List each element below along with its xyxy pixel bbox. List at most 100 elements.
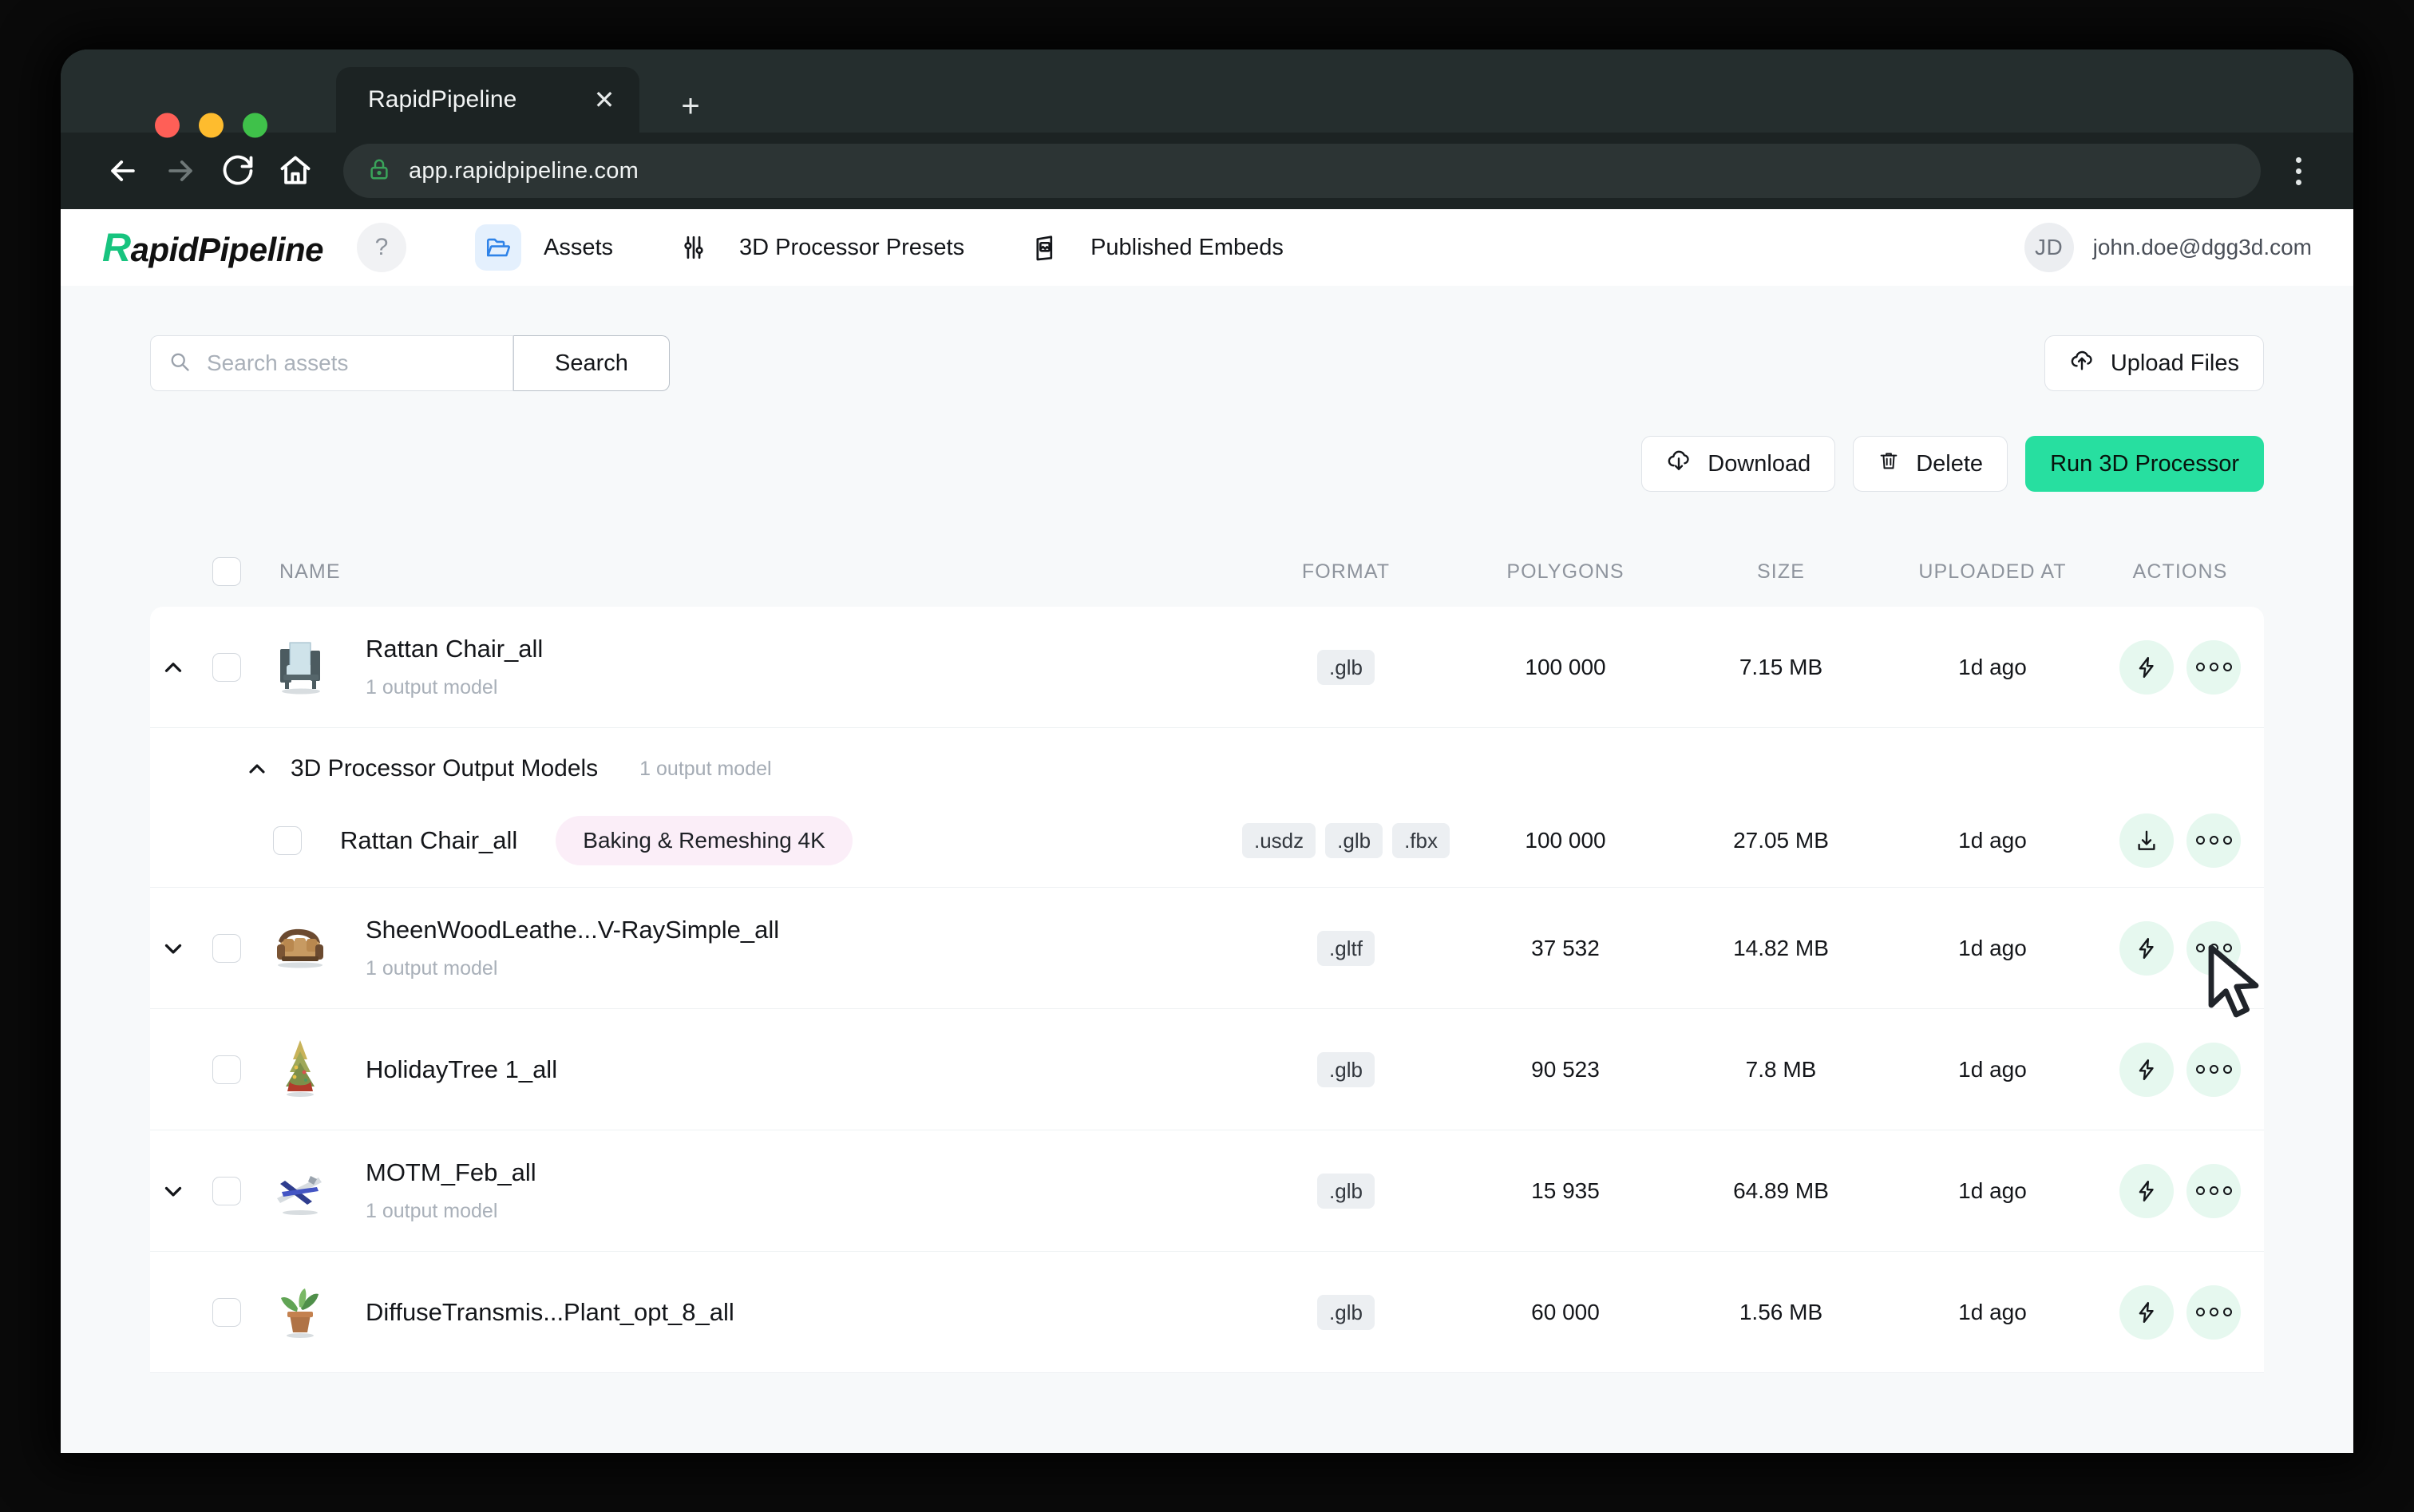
uploaded-at-value: 1d ago (1958, 1056, 2027, 1082)
delete-button[interactable]: Delete (1853, 436, 2008, 492)
asset-name: HolidayTree 1_all (366, 1055, 558, 1083)
row-checkbox-cell (196, 1055, 257, 1084)
back-icon[interactable] (94, 142, 152, 200)
table-row[interactable]: HolidayTree 1_all .glb 90 523 7.8 MB 1d … (150, 1009, 2264, 1130)
run-processor-icon[interactable] (2119, 639, 2174, 695)
browser-window: RapidPipeline ✕ + app.rapidpipeline.com (61, 49, 2353, 1453)
more-options-icon[interactable] (2186, 1042, 2241, 1097)
table-row[interactable]: Rattan Chair_all 1 output model .glb 100… (150, 607, 2264, 728)
toolbar-row: Search assets Search Upload Files (150, 286, 2264, 391)
asset-name: SheenWoodLeathe...V-RaySimple_all (366, 916, 780, 944)
search-button[interactable]: Search (513, 335, 670, 391)
row-checkbox[interactable] (212, 933, 241, 963)
address-bar[interactable]: app.rapidpipeline.com (343, 144, 2261, 198)
expand-caret-cell (150, 654, 196, 681)
uploaded-at-value: 1d ago (1958, 1299, 2027, 1324)
row-checkbox-cell (196, 1297, 257, 1327)
address-bar-url: app.rapidpipeline.com (409, 157, 639, 184)
row-checkbox[interactable] (273, 825, 302, 855)
home-icon[interactable] (267, 142, 324, 200)
chevron-down-icon[interactable] (160, 1178, 187, 1205)
row-actions (2096, 639, 2264, 695)
more-options-icon[interactable] (2186, 813, 2241, 868)
asset-name: Rattan Chair_all (366, 635, 544, 663)
close-window-button[interactable] (155, 113, 180, 138)
minimize-window-button[interactable] (199, 113, 224, 138)
close-icon[interactable]: ✕ (590, 85, 619, 114)
forward-icon[interactable] (152, 142, 209, 200)
format-cell: .glb (1234, 1051, 1458, 1087)
cloud-upload-icon (2069, 347, 2095, 379)
row-checkbox[interactable] (212, 1176, 241, 1205)
polygons-value: 60 000 (1531, 1299, 1600, 1324)
output-models-group-header[interactable]: 3D Processor Output Models 1 output mode… (150, 728, 2264, 794)
polygons-value: 100 000 (1525, 827, 1606, 853)
trash-icon (1878, 449, 1900, 478)
header-polygons: POLYGONS (1506, 560, 1625, 583)
table-row[interactable]: DiffuseTransmis...Plant_opt_8_all .glb 6… (150, 1252, 2264, 1373)
uploaded-at-value: 1d ago (1958, 935, 2027, 960)
row-actions (2096, 920, 2264, 976)
thumbnail-cell (257, 1278, 343, 1347)
format-badge: .gltf (1317, 930, 1375, 966)
search-placeholder: Search assets (207, 350, 349, 375)
asset-name-cell: Rattan Chair_all 1 output model (343, 635, 1234, 699)
row-actions (2096, 1163, 2264, 1218)
browser-menu-icon[interactable] (2275, 142, 2321, 200)
more-options-icon[interactable] (2186, 1163, 2241, 1218)
search-input[interactable]: Search assets (150, 335, 513, 391)
run-3d-processor-button[interactable]: Run 3D Processor (2025, 436, 2264, 492)
nav-item-published-embeds[interactable]: Published Embeds (1022, 224, 1284, 271)
chevron-down-icon[interactable] (160, 935, 187, 962)
format-badge: .glb (1317, 649, 1375, 685)
row-checkbox[interactable] (212, 1055, 241, 1084)
chevron-up-icon[interactable] (160, 654, 187, 681)
row-checkbox-cell (257, 825, 318, 855)
format-cell: .glb (1234, 1173, 1458, 1209)
select-all-checkbox[interactable] (212, 557, 241, 586)
window-controls (155, 113, 267, 138)
download-label: Download (1708, 450, 1811, 477)
row-checkbox[interactable] (212, 652, 241, 682)
nav-item-3d-processor-presets[interactable]: 3D Processor Presets (671, 224, 964, 271)
nav-item-assets[interactable]: Assets (475, 224, 613, 271)
polygons-value: 15 935 (1531, 1178, 1600, 1203)
header-size: SIZE (1757, 560, 1805, 583)
page-viewport: RapidPipeline ? Assets 3D Processor Pres… (61, 209, 2353, 1453)
table-row[interactable]: Rattan Chair_all Baking & Remeshing 4K .… (150, 794, 2264, 888)
run-processor-icon[interactable] (2119, 920, 2174, 976)
new-tab-icon[interactable]: + (669, 86, 712, 129)
help-icon[interactable]: ? (357, 223, 406, 272)
thumbnail-cell (257, 914, 343, 983)
uploaded-at-value: 1d ago (1958, 654, 2027, 679)
nav-label-3d-processor-presets: 3D Processor Presets (739, 234, 965, 260)
upload-files-label: Upload Files (2110, 350, 2239, 376)
table-header: NAME FORMAT POLYGONS SIZE UPLOADED AT AC… (150, 536, 2264, 607)
row-actions (2096, 1284, 2264, 1340)
more-options-icon[interactable] (2186, 639, 2241, 695)
more-options-icon[interactable] (2186, 920, 2241, 976)
chevron-up-icon[interactable] (244, 756, 270, 782)
user-email: john.doe@dgg3d.com (2092, 235, 2312, 259)
download-icon[interactable] (2119, 813, 2174, 868)
browser-tab[interactable]: RapidPipeline ✕ (336, 67, 639, 133)
row-checkbox-cell (196, 652, 257, 682)
image-card-icon (1022, 224, 1068, 271)
delete-label: Delete (1916, 450, 1984, 477)
asset-name: Rattan Chair_all (340, 825, 518, 854)
run-processor-icon[interactable] (2119, 1042, 2174, 1097)
more-options-icon[interactable] (2186, 1284, 2241, 1340)
upload-files-button[interactable]: Upload Files (2044, 335, 2264, 391)
row-checkbox[interactable] (212, 1297, 241, 1327)
run-processor-icon[interactable] (2119, 1163, 2174, 1218)
reload-icon[interactable] (209, 142, 267, 200)
run-processor-icon[interactable] (2119, 1284, 2174, 1340)
format-badge: .glb (1325, 822, 1383, 858)
format-badge: .glb (1317, 1294, 1375, 1330)
table-row[interactable]: MOTM_Feb_all 1 output model .glb 15 935 … (150, 1130, 2264, 1252)
maximize-window-button[interactable] (243, 113, 267, 138)
table-row[interactable]: SheenWoodLeathe...V-RaySimple_all 1 outp… (150, 888, 2264, 1009)
download-button[interactable]: Download (1641, 436, 1836, 492)
user-menu[interactable]: JD john.doe@dgg3d.com (2024, 223, 2312, 272)
app-logo[interactable]: RapidPipeline (102, 224, 324, 271)
